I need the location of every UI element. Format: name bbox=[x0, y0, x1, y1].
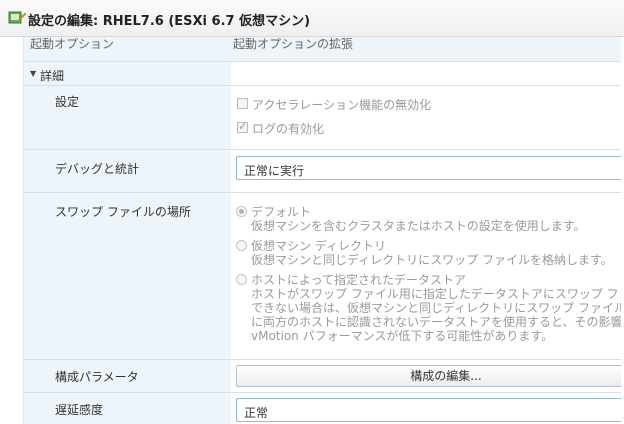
panel-gutter bbox=[3, 37, 24, 424]
swap-row: スワップ ファイルの場所 デフォルト 仮想マシンを含むクラスタまたはホストの設定… bbox=[24, 192, 621, 360]
settings-panel: 起動オプション 起動オプションの拡張 ▼ 詳細 設定 アクセラレーション機能の無… bbox=[3, 37, 621, 424]
expand-arrow-icon[interactable]: ▼ bbox=[30, 69, 36, 78]
vm-edit-icon bbox=[8, 11, 26, 24]
settings-label: 設定 bbox=[55, 95, 80, 109]
config-params-row: 構成パラメータ 構成の編集... bbox=[24, 359, 621, 393]
logging-label: ログの有効化 bbox=[252, 122, 325, 136]
boot-options-row[interactable]: 起動オプション 起動オプションの拡張 bbox=[24, 37, 621, 55]
latency-row: 遅延感度 正常 bbox=[24, 392, 621, 424]
accel-disable-checkbox[interactable] bbox=[237, 98, 248, 109]
swap-vmdir-desc: 仮想マシンと同じディレクトリにスワップ ファイルを格納します。 bbox=[251, 253, 613, 267]
debug-select-value: 正常に実行 bbox=[244, 164, 305, 178]
window-title: 設定の編集: RHEL7.6 (ESXi 6.7 仮想マシン) bbox=[28, 14, 311, 29]
swap-host-radio[interactable] bbox=[236, 274, 247, 285]
details-section-header[interactable]: ▼ 詳細 bbox=[24, 61, 621, 86]
boot-options-value: 起動オプションの拡張 bbox=[233, 37, 354, 51]
swap-default-desc: 仮想マシンを含むクラスタまたはホストの設定を使用します。 bbox=[251, 219, 586, 233]
latency-select[interactable]: 正常 bbox=[236, 398, 621, 422]
latency-label: 遅延感度 bbox=[55, 403, 104, 417]
swap-vmdir-radio[interactable] bbox=[236, 240, 247, 251]
latency-select-value: 正常 bbox=[244, 406, 269, 420]
boot-options-label: 起動オプション bbox=[30, 37, 115, 51]
edit-config-button[interactable]: 構成の編集... bbox=[236, 365, 621, 387]
edit-config-button-label: 構成の編集... bbox=[410, 369, 482, 383]
accel-disable-label: アクセラレーション機能の無効化 bbox=[252, 98, 432, 112]
title-bar: 設定の編集: RHEL7.6 (ESXi 6.7 仮想マシン) bbox=[0, 0, 624, 37]
debug-select[interactable]: 正常に実行 bbox=[236, 156, 621, 180]
swap-host-desc-4: vMotion パフォーマンスが低下する可能性があります。 bbox=[251, 329, 554, 343]
details-title: 詳細 bbox=[40, 69, 65, 83]
swap-default-radio[interactable] bbox=[236, 206, 247, 217]
debug-row: デバッグと統計 正常に実行 bbox=[24, 149, 621, 193]
swap-label: スワップ ファイルの場所 bbox=[55, 205, 191, 219]
logging-checkbox[interactable] bbox=[237, 120, 248, 133]
config-params-label: 構成パラメータ bbox=[55, 370, 139, 384]
debug-label: デバッグと統計 bbox=[55, 162, 140, 176]
settings-row: 設定 アクセラレーション機能の無効化 ログの有効化 bbox=[24, 85, 621, 150]
